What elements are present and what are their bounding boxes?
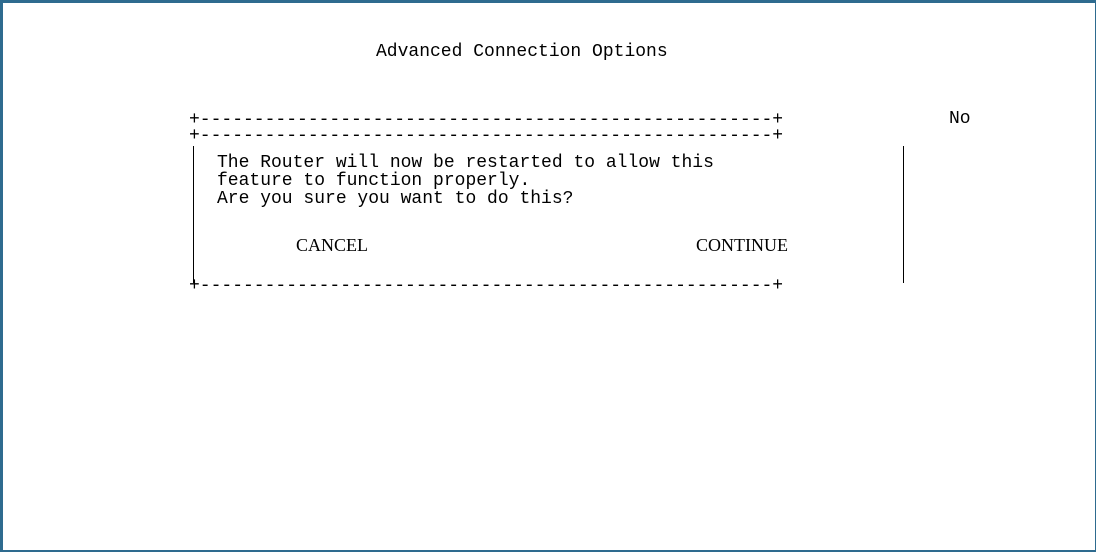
- dialog-border-top-inner: +---------------------------------------…: [189, 126, 784, 146]
- dialog-message-line-2: feature to function properly.: [217, 171, 531, 191]
- page-title: Advanced Connection Options: [376, 42, 668, 62]
- cancel-button[interactable]: CANCEL: [296, 236, 368, 254]
- option-value-no: No: [949, 109, 971, 129]
- terminal-window: Advanced Connection Options No +--------…: [0, 0, 1096, 552]
- dialog-message-line-3: Are you sure you want to do this?: [217, 189, 574, 209]
- dialog-border-left: [193, 146, 194, 283]
- dialog-border-bottom: +---------------------------------------…: [189, 276, 784, 296]
- dialog-border-right: [903, 146, 904, 283]
- dialog-message-line-1: The Router will now be restarted to allo…: [217, 153, 714, 173]
- continue-button[interactable]: CONTINUE: [696, 236, 788, 254]
